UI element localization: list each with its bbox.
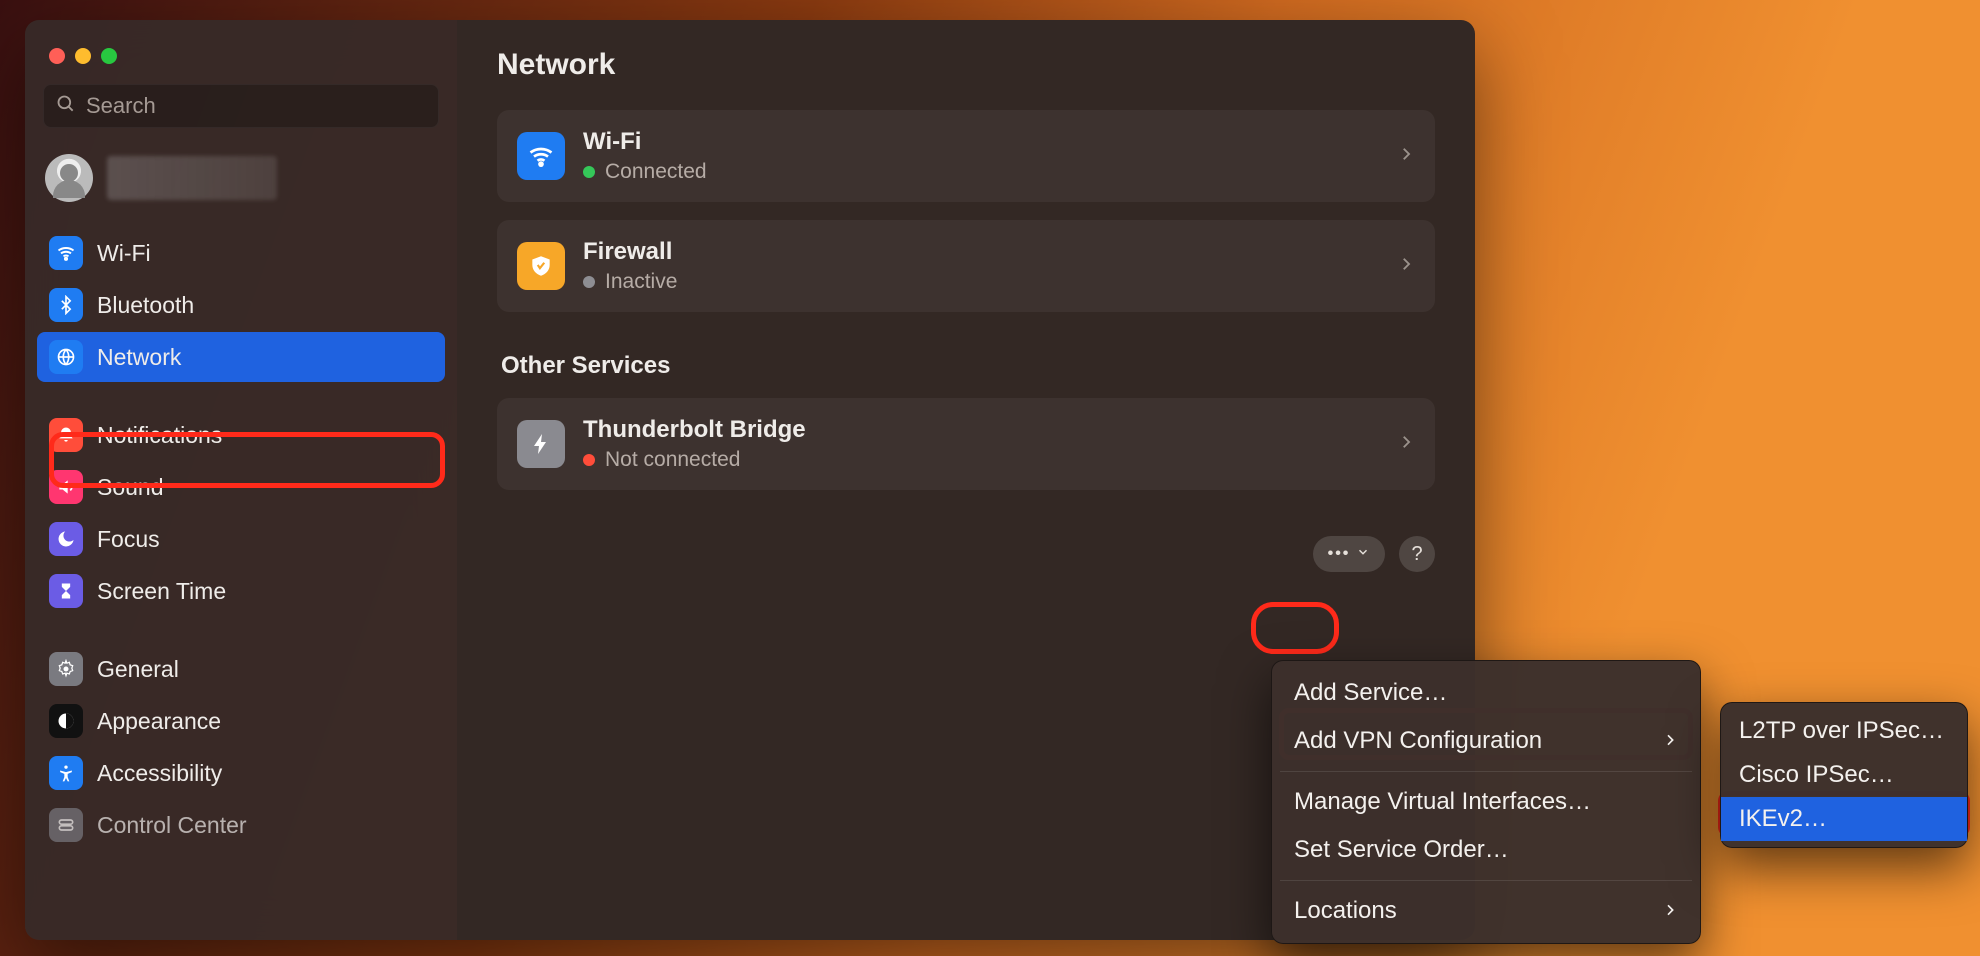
menu-item-locations[interactable]: Locations [1272, 887, 1700, 935]
menu-item-add-vpn[interactable]: Add VPN Configuration [1272, 717, 1700, 765]
help-button[interactable]: ? [1399, 536, 1435, 572]
hourglass-icon [49, 574, 83, 608]
bell-icon [49, 418, 83, 452]
sidebar: Wi-Fi Bluetooth Network Notifications [25, 20, 457, 940]
chevron-right-icon [1662, 727, 1678, 755]
search-input[interactable] [86, 93, 426, 119]
service-row-firewall[interactable]: Firewall Inactive [497, 220, 1435, 312]
sidebar-item-label: Wi-Fi [97, 240, 151, 267]
sidebar-item-screentime[interactable]: Screen Time [37, 566, 445, 616]
submenu-item-cisco[interactable]: Cisco IPSec… [1721, 753, 1967, 797]
sidebar-item-label: Accessibility [97, 760, 222, 787]
sidebar-item-network[interactable]: Network [37, 332, 445, 382]
submenu-item-l2tp[interactable]: L2TP over IPSec… [1721, 709, 1967, 753]
chevron-right-icon [1397, 255, 1415, 278]
page-title: Network [497, 48, 1435, 82]
sidebar-item-bluetooth[interactable]: Bluetooth [37, 280, 445, 330]
avatar [45, 154, 93, 202]
service-title: Wi-Fi [583, 128, 1379, 156]
status-dot-connected [583, 166, 595, 178]
sidebar-item-wifi[interactable]: Wi-Fi [37, 228, 445, 278]
menu-item-manage-virtual-interfaces[interactable]: Manage Virtual Interfaces… [1272, 778, 1700, 826]
sidebar-item-label: Appearance [97, 708, 221, 735]
control-center-icon [49, 808, 83, 842]
submenu-item-ikev2[interactable]: IKEv2… [1721, 797, 1967, 841]
window-traffic-lights [25, 42, 457, 64]
menu-item-label: Add Service… [1294, 679, 1447, 707]
sidebar-item-label: Network [97, 344, 181, 371]
sidebar-item-accessibility[interactable]: Accessibility [37, 748, 445, 798]
service-row-thunderbolt[interactable]: Thunderbolt Bridge Not connected [497, 398, 1435, 490]
gear-icon [49, 652, 83, 686]
sidebar-item-label: General [97, 656, 179, 683]
thunderbolt-icon [517, 420, 565, 468]
menu-separator [1280, 771, 1692, 772]
status-dot-inactive [583, 276, 595, 288]
bluetooth-icon [49, 288, 83, 322]
menu-item-label: Locations [1294, 897, 1397, 925]
accessibility-icon [49, 756, 83, 790]
account-name-redacted [107, 156, 277, 200]
service-status: Not connected [605, 448, 740, 472]
sidebar-item-notifications[interactable]: Notifications [37, 410, 445, 460]
sidebar-item-label: Focus [97, 526, 160, 553]
chevron-down-icon [1356, 545, 1370, 564]
sidebar-nav: Wi-Fi Bluetooth Network Notifications [25, 218, 457, 860]
appearance-icon [49, 704, 83, 738]
account-row[interactable] [25, 138, 457, 218]
search-icon [56, 94, 76, 119]
search-box[interactable] [43, 84, 439, 128]
sidebar-item-label: Sound [97, 474, 164, 501]
sidebar-item-sound[interactable]: Sound [37, 462, 445, 512]
service-status: Inactive [605, 270, 677, 294]
menu-separator [1280, 880, 1692, 881]
ellipsis-icon: ••• [1328, 545, 1351, 563]
more-actions-button[interactable]: ••• [1313, 536, 1385, 572]
close-window-button[interactable] [49, 48, 65, 64]
vpn-type-submenu: L2TP over IPSec… Cisco IPSec… IKEv2… [1720, 702, 1968, 848]
minimize-window-button[interactable] [75, 48, 91, 64]
wifi-icon [517, 132, 565, 180]
sidebar-item-general[interactable]: General [37, 644, 445, 694]
section-title-other-services: Other Services [501, 352, 1435, 380]
wifi-icon [49, 236, 83, 270]
menu-item-set-service-order[interactable]: Set Service Order… [1272, 826, 1700, 874]
menu-item-label: Cisco IPSec… [1739, 761, 1894, 789]
globe-icon [49, 340, 83, 374]
service-title: Thunderbolt Bridge [583, 416, 1379, 444]
menu-item-label: Set Service Order… [1294, 836, 1509, 864]
firewall-icon [517, 242, 565, 290]
sidebar-item-label: Notifications [97, 422, 222, 449]
menu-item-label: Add VPN Configuration [1294, 727, 1542, 755]
chevron-right-icon [1397, 145, 1415, 168]
service-title: Firewall [583, 238, 1379, 266]
menu-item-label: Manage Virtual Interfaces… [1294, 788, 1591, 816]
chevron-right-icon [1662, 897, 1678, 925]
more-actions-menu: Add Service… Add VPN Configuration Manag… [1271, 660, 1701, 944]
service-status: Connected [605, 160, 707, 184]
speaker-icon [49, 470, 83, 504]
sidebar-item-focus[interactable]: Focus [37, 514, 445, 564]
sidebar-item-controlcenter[interactable]: Control Center [37, 800, 445, 850]
status-dot-notconnected [583, 454, 595, 466]
service-row-wifi[interactable]: Wi-Fi Connected [497, 110, 1435, 202]
fullscreen-window-button[interactable] [101, 48, 117, 64]
sidebar-item-label: Control Center [97, 812, 247, 839]
system-settings-window: Wi-Fi Bluetooth Network Notifications [25, 20, 1475, 940]
menu-item-label: IKEv2… [1739, 805, 1827, 833]
sidebar-item-label: Bluetooth [97, 292, 194, 319]
menu-item-label: L2TP over IPSec… [1739, 717, 1944, 745]
sidebar-item-appearance[interactable]: Appearance [37, 696, 445, 746]
chevron-right-icon [1397, 433, 1415, 456]
menu-item-add-service[interactable]: Add Service… [1272, 669, 1700, 717]
question-icon: ? [1411, 543, 1422, 566]
moon-icon [49, 522, 83, 556]
sidebar-item-label: Screen Time [97, 578, 226, 605]
